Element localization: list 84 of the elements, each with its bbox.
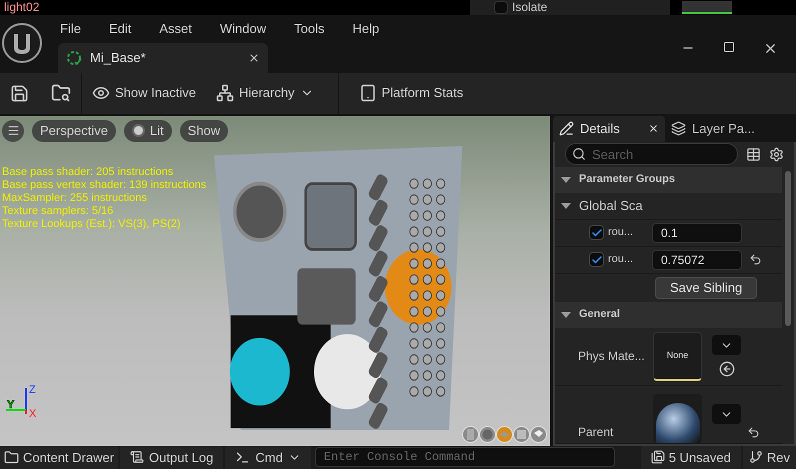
menu-item[interactable]: File bbox=[58, 18, 83, 38]
param-name: rou... bbox=[608, 252, 634, 268]
sphere-thumbnail[interactable] bbox=[653, 394, 702, 443]
layers-icon bbox=[671, 121, 686, 136]
revision-button[interactable]: Rev bbox=[742, 446, 796, 469]
checkbox[interactable] bbox=[589, 252, 604, 268]
unsaved-button[interactable]: 5 Unsaved bbox=[640, 446, 741, 469]
check-icon bbox=[590, 226, 602, 239]
pencil-icon bbox=[559, 121, 574, 136]
material-icon bbox=[66, 50, 82, 66]
check-icon bbox=[590, 254, 602, 266]
branch-icon bbox=[748, 450, 763, 464]
settings-icon[interactable] bbox=[769, 146, 784, 162]
terminal-icon bbox=[235, 450, 250, 465]
console-input[interactable]: Enter Console Command bbox=[314, 447, 615, 468]
asset-thumbnail[interactable]: None bbox=[653, 332, 702, 381]
shader-stat: Texture Lookups (Est.): VS(3), PS(2) bbox=[2, 218, 182, 231]
menu-item[interactable]: Help bbox=[350, 18, 382, 38]
section-header[interactable]: General bbox=[555, 302, 782, 328]
save-icon bbox=[650, 450, 665, 464]
reset-icon[interactable] bbox=[749, 253, 762, 266]
expander-icon[interactable] bbox=[561, 312, 571, 318]
toolbar-button[interactable]: Hierarchy bbox=[206, 72, 324, 114]
menu-item[interactable]: Window bbox=[218, 18, 268, 38]
panel-tab[interactable]: Layer Pa... bbox=[665, 116, 796, 142]
group-row[interactable]: Global Sca bbox=[555, 192, 782, 220]
document-tab[interactable]: Mi_Base* bbox=[58, 42, 268, 73]
search-field[interactable]: Search bbox=[565, 143, 738, 166]
viewport-button[interactable]: Show bbox=[180, 120, 228, 142]
shader-stat: Texture samplers: 5/16 bbox=[2, 204, 114, 218]
value-field[interactable]: 0.1 bbox=[652, 222, 742, 243]
cmd-dropdown[interactable]: Cmd bbox=[225, 446, 311, 469]
property-name: Parent bbox=[577, 424, 614, 441]
viewport[interactable]: Perspective Lit Show Base pass shader: 205 instructions Base pass vertex shader: 139 instructions MaxSampler: 255 instructions Texture samplers: 5/16 Texture Lookups (Est.): VS(3), PS(2) Z Y X bbox=[0, 116, 550, 446]
menu-item[interactable]: Asset bbox=[157, 18, 194, 38]
scrollbar[interactable] bbox=[785, 170, 791, 326]
close-icon[interactable] bbox=[248, 52, 260, 64]
log-icon bbox=[130, 450, 144, 464]
panel-tab[interactable]: Details bbox=[553, 116, 665, 142]
tablet-icon bbox=[358, 84, 377, 102]
folder-icon bbox=[4, 450, 19, 465]
use-selected-icon[interactable] bbox=[718, 361, 734, 378]
viewport-button[interactable]: Lit bbox=[124, 120, 172, 142]
section-header[interactable]: Parameter Groups bbox=[555, 166, 782, 193]
save-icon[interactable] bbox=[10, 84, 29, 103]
menu-icon bbox=[6, 124, 20, 138]
maximize-icon[interactable] bbox=[723, 40, 735, 53]
viewport-button[interactable]: Perspective bbox=[32, 120, 116, 142]
checkbox[interactable] bbox=[589, 225, 604, 240]
reset-icon[interactable] bbox=[747, 426, 760, 439]
output-log-button[interactable]: Output Log bbox=[120, 446, 224, 469]
table-icon[interactable] bbox=[746, 146, 761, 162]
preview-shape-icon[interactable] bbox=[513, 426, 530, 443]
expander-icon[interactable] bbox=[561, 202, 571, 209]
menu-item[interactable]: Tools bbox=[292, 18, 326, 38]
preview-shape-icon[interactable] bbox=[462, 426, 479, 443]
save-sibling-button[interactable]: Save Sibling bbox=[655, 276, 758, 299]
menu-button[interactable] bbox=[2, 120, 24, 142]
thumbnail-placeholder bbox=[682, 0, 732, 14]
expander-icon[interactable] bbox=[561, 176, 571, 183]
lit-icon bbox=[132, 124, 145, 138]
toolbar-button[interactable]: Platform Stats bbox=[338, 72, 474, 114]
toolbar-button[interactable]: Show Inactive bbox=[82, 72, 206, 114]
preview-shape-icon[interactable] bbox=[530, 426, 547, 443]
shader-stat: MaxSampler: 255 instructions bbox=[2, 192, 148, 205]
browse-icon[interactable] bbox=[51, 83, 71, 104]
shader-stat: Base pass shader: 205 instructions bbox=[2, 166, 174, 179]
close-icon[interactable] bbox=[648, 123, 659, 134]
hierarchy-icon bbox=[216, 84, 234, 102]
isolate-checkbox[interactable] bbox=[494, 0, 508, 14]
axis-gizmo-drawing: Z Y X bbox=[4, 382, 40, 418]
section-title: Parameter Groups bbox=[579, 172, 675, 188]
param-name: rou... bbox=[608, 225, 634, 240]
level-title: light02 bbox=[3, 1, 40, 14]
search-icon bbox=[572, 147, 586, 162]
content-drawer-button[interactable]: Content Drawer bbox=[0, 446, 118, 469]
shader-stat: Base pass vertex shader: 139 instructions bbox=[2, 178, 206, 192]
value-field[interactable]: 0.75072 bbox=[652, 250, 742, 270]
group-title: Global Sca bbox=[579, 196, 643, 215]
property-name: Phys Mate... bbox=[577, 348, 646, 366]
menu-item[interactable]: Edit bbox=[106, 18, 134, 38]
isolate-label: Isolate bbox=[512, 1, 548, 14]
preview-shape-icon[interactable] bbox=[479, 426, 496, 443]
section-title: General bbox=[579, 307, 620, 322]
